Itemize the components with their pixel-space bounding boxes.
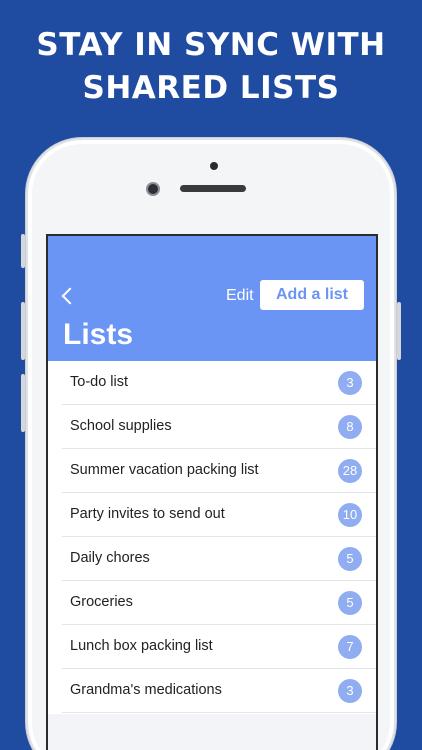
list-item[interactable]: Party invites to send out 10 [62, 493, 376, 537]
count-badge: 28 [338, 459, 362, 483]
list-item-label: School supplies [70, 418, 172, 434]
list-item-label: Lunch box packing list [70, 638, 213, 654]
list-item-label: Grandma's medications [70, 682, 222, 698]
list-item[interactable]: Lunch box packing list 7 [62, 625, 376, 669]
count-badge: 3 [338, 371, 362, 395]
list-item-label: To-do list [70, 374, 129, 390]
back-chevron-icon[interactable] [61, 287, 79, 305]
headline-line-2: SHARED LISTS [82, 70, 340, 106]
list-item[interactable]: To-do list 3 [62, 361, 376, 405]
list-item-label: Daily chores [70, 550, 150, 566]
phone-volume-up [21, 302, 25, 360]
count-badge: 5 [338, 547, 362, 571]
count-badge: 7 [338, 635, 362, 659]
list-item-label: Party invites to send out [70, 506, 225, 522]
phone-screen: Edit Add a list Lists To-do list 3 Schoo… [46, 234, 378, 750]
count-badge: 3 [338, 679, 362, 703]
list-item-label: Groceries [70, 594, 133, 610]
list-item[interactable]: Grandma's medications 3 [62, 669, 376, 713]
count-badge: 8 [338, 415, 362, 439]
add-list-button[interactable]: Add a list [260, 280, 364, 310]
list-footer-space [48, 714, 376, 750]
lists-table: To-do list 3 School supplies 8 Summer va… [62, 361, 376, 713]
count-badge: 10 [338, 503, 362, 527]
camera-icon [146, 182, 160, 196]
phone-volume-down [21, 374, 25, 432]
list-item[interactable]: Daily chores 5 [62, 537, 376, 581]
phone-power-button [397, 302, 401, 360]
phone-mute-switch [21, 234, 25, 268]
list-item[interactable]: School supplies 8 [62, 405, 376, 449]
list-item[interactable]: Summer vacation packing list 28 [62, 449, 376, 493]
navigation-bar: Edit Add a list Lists [48, 236, 376, 361]
headline-line-1: STAY IN SYNC WITH [36, 27, 386, 63]
edit-button[interactable]: Edit [226, 287, 254, 305]
list-item[interactable]: Groceries 5 [62, 581, 376, 625]
sensor-dot [210, 162, 218, 170]
earpiece-speaker [180, 185, 246, 192]
count-badge: 5 [338, 591, 362, 615]
page-title: Lists [63, 318, 134, 351]
list-item-label: Summer vacation packing list [70, 462, 259, 478]
marketing-headline: STAY IN SYNC WITH SHARED LISTS [0, 24, 422, 110]
